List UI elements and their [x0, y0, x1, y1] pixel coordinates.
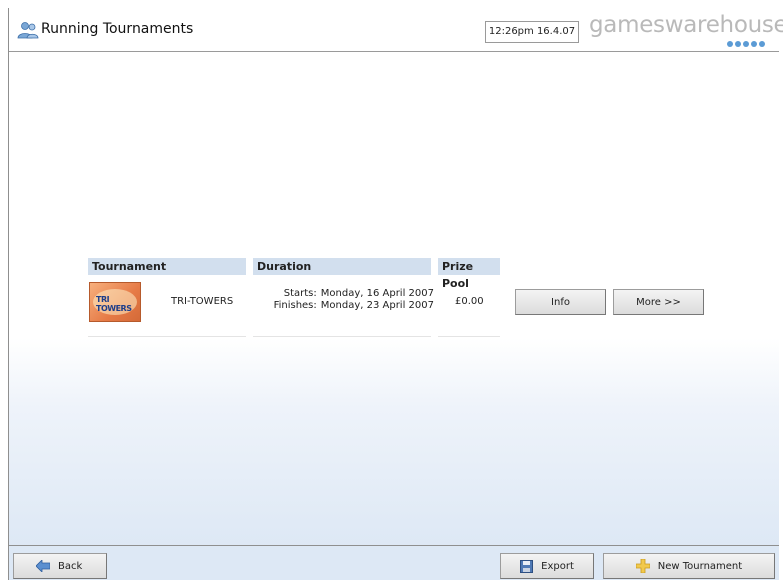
back-button-label: Back [58, 560, 83, 572]
clock-display: 12:26pm 16.4.07 [485, 21, 579, 43]
users-icon [17, 22, 39, 39]
window: Running Tournaments 12:26pm 16.4.07 game… [8, 8, 783, 580]
more-button-label: More >> [636, 296, 681, 308]
export-button-label: Export [541, 560, 574, 572]
finishes-value: Monday, 23 April 2007 [320, 300, 434, 311]
column-header-tournament: Tournament [88, 258, 246, 275]
thumbnail-game-logo: TRI TOWERS [96, 295, 132, 313]
duration-cell: Starts: Monday, 16 April 2007 Finishes: … [259, 288, 434, 312]
floppy-disk-icon [520, 559, 534, 573]
back-button[interactable]: Back [13, 553, 107, 579]
brand-logo-dots [727, 41, 765, 47]
starts-label: Starts: [283, 288, 317, 299]
prize-pool-value: £0.00 [455, 296, 484, 307]
new-tournament-button-label: New Tournament [657, 560, 743, 572]
brand-logo-text: gameswarehouse [589, 12, 783, 38]
starts-value: Monday, 16 April 2007 [320, 288, 434, 299]
info-button[interactable]: Info [515, 289, 606, 315]
page-title: Running Tournaments [41, 21, 194, 37]
info-button-label: Info [551, 296, 570, 308]
brand-logo: gameswarehouse [589, 12, 783, 50]
plus-icon [635, 559, 650, 573]
tournament-thumbnail: TRI TOWERS [89, 282, 141, 322]
column-header-prize-pool: Prize Pool [438, 258, 500, 290]
export-button[interactable]: Export [500, 553, 594, 579]
arrow-left-icon [36, 560, 50, 572]
row-divider [438, 336, 500, 337]
footer-divider [9, 545, 779, 546]
more-button[interactable]: More >> [613, 289, 704, 315]
finishes-label: Finishes: [273, 300, 317, 311]
new-tournament-button[interactable]: New Tournament [603, 553, 775, 579]
header-bar: Running Tournaments 12:26pm 16.4.07 game… [9, 8, 783, 52]
row-divider [253, 336, 431, 337]
tournament-name: TRI-TOWERS [171, 296, 234, 307]
row-divider [88, 336, 246, 337]
column-header-duration: Duration [253, 258, 431, 275]
